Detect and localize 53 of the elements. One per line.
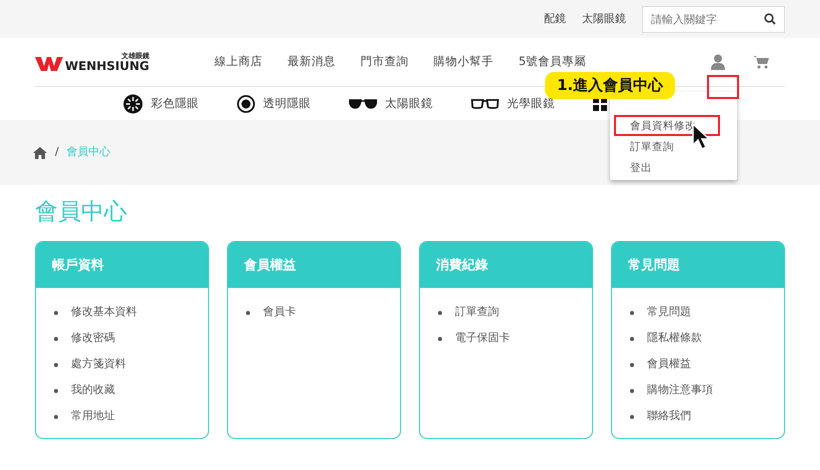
cart-icon[interactable] (753, 55, 769, 69)
menu-item[interactable]: 登出 (614, 157, 720, 178)
nav-link[interactable]: 線上商店 (214, 53, 263, 71)
bullet-dot (54, 362, 58, 367)
bullet-dot (54, 388, 58, 393)
top-link[interactable]: 太陽眼鏡 (582, 10, 626, 28)
bullet-dot (438, 310, 442, 315)
list-link[interactable]: 修改基本資料 (71, 305, 137, 320)
bullet-dot (54, 414, 58, 419)
nav-link[interactable]: 門市查詢 (360, 53, 409, 71)
sunglasses-icon (349, 98, 377, 110)
nav-link[interactable]: 5號會員專屬 (518, 53, 586, 71)
list-link[interactable]: 隱私權條款 (647, 331, 702, 346)
highlight-frame (707, 75, 739, 99)
home-icon[interactable] (33, 146, 47, 158)
bullet-dot (630, 336, 634, 341)
list-link[interactable]: 處方箋資料 (71, 357, 126, 372)
category-link[interactable]: 彩色隱眼 (151, 94, 199, 112)
page-title: 會員中心 (35, 199, 128, 227)
card-header: 消費紀錄 (420, 242, 592, 288)
list-link[interactable]: 我的收藏 (71, 383, 115, 398)
bullet-dot (630, 310, 634, 315)
list-link[interactable]: 會員卡 (263, 305, 296, 320)
glasses-icon (471, 98, 499, 110)
card-header: 會員權益 (228, 242, 400, 288)
list-link[interactable]: 修改密碼 (71, 331, 115, 346)
list-link[interactable]: 聯絡我們 (647, 409, 691, 424)
user-icon[interactable] (711, 54, 725, 70)
list-link[interactable]: 常用地址 (71, 409, 115, 424)
top-link[interactable]: 配鏡 (544, 10, 566, 28)
breadcrumb-separator: / (55, 144, 59, 160)
list-link[interactable]: 購物注意事項 (647, 383, 713, 398)
lens-icon (123, 94, 143, 114)
bullet-dot (630, 388, 634, 393)
lens-icon (237, 94, 255, 112)
list-link[interactable]: 常見問題 (647, 305, 691, 320)
bullet-dot (54, 310, 58, 315)
menu-item[interactable]: 訂單查詢 (614, 136, 720, 157)
card-header: 帳戶資料 (36, 242, 208, 288)
list-link[interactable]: 會員權益 (647, 357, 691, 372)
callout-label: 1.進入會員中心 (545, 72, 676, 98)
nav-link[interactable]: 最新消息 (288, 53, 336, 71)
bullet-dot (630, 414, 634, 419)
bullet-dot (438, 336, 442, 341)
card-header: 常見問題 (612, 242, 784, 288)
bullet-dot (246, 310, 250, 315)
bullet-dot (630, 362, 634, 367)
list-link[interactable]: 電子保固卡 (455, 331, 510, 346)
bullet-dot (54, 336, 58, 341)
nav-link[interactable]: 購物小幫手 (434, 53, 494, 71)
category-link[interactable]: 透明隱眼 (263, 94, 311, 112)
list-link[interactable]: 訂單查詢 (455, 305, 499, 320)
category-link[interactable]: 太陽眼鏡 (385, 94, 433, 112)
